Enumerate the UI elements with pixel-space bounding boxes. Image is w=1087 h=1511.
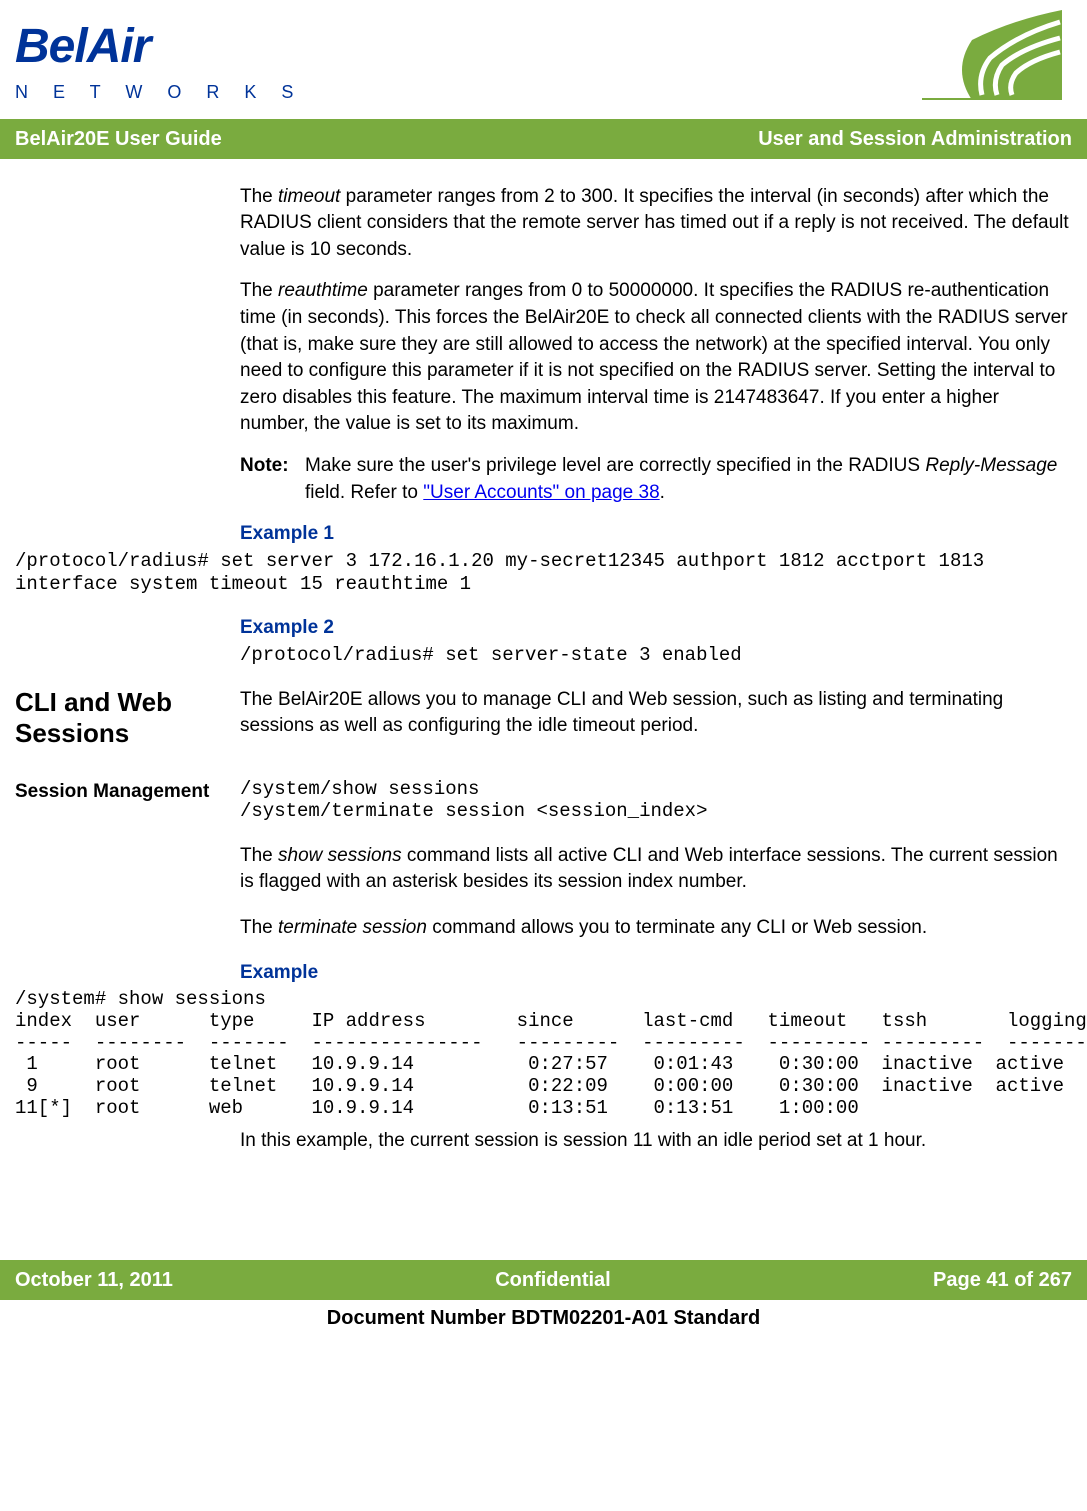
footer-bar: October 11, 2011 Confidential Page 41 of… <box>0 1260 1087 1300</box>
note-label: Note: <box>240 453 305 506</box>
session-management-section: Session Management /system/show sessions… <box>15 779 1072 989</box>
page-content: The timeout parameter ranges from 2 to 3… <box>0 159 1087 1180</box>
example1-code: /protocol/radius# set server 3 172.16.1.… <box>15 550 1072 596</box>
footer-date: October 11, 2011 <box>15 1266 173 1294</box>
intro-block: The timeout parameter ranges from 2 to 3… <box>240 184 1072 548</box>
example3-explain: In this example, the current session is … <box>240 1128 1072 1155</box>
reauthtime-term: reauthtime <box>278 280 368 301</box>
cli-web-paragraph: The BelAir20E allows you to manage CLI a… <box>240 687 1072 740</box>
page-header: BelAir N E T W O R K S <box>0 0 1087 119</box>
note-block: Note: Make sure the user's privilege lev… <box>240 453 1072 506</box>
example3-paragraph: In this example, the current session is … <box>240 1128 1072 1155</box>
show-sessions-term: show sessions <box>278 845 402 866</box>
example2-block: Example 2 /protocol/radius# set server-s… <box>240 615 1072 666</box>
section-title: User and Session Administration <box>758 125 1072 153</box>
reauthtime-paragraph: The reauthtime parameter ranges from 0 t… <box>240 278 1072 438</box>
show-sessions-paragraph: The show sessions command lists all acti… <box>240 843 1072 896</box>
user-accounts-link[interactable]: "User Accounts" on page 38 <box>423 482 659 503</box>
terminate-session-paragraph: The terminate session command allows you… <box>240 915 1072 942</box>
cli-web-heading: CLI and Web Sessions <box>15 687 240 759</box>
footer-page: Page 41 of 267 <box>933 1266 1072 1294</box>
reply-message-term: Reply-Message <box>925 455 1057 476</box>
example2-heading: Example 2 <box>240 615 1072 642</box>
session-management-heading: Session Management <box>15 779 240 989</box>
example1-heading: Example 1 <box>240 521 1072 548</box>
session-management-commands: /system/show sessions /system/terminate … <box>240 779 1072 823</box>
footer-docnumber: Document Number BDTM02201-A01 Standard <box>0 1300 1087 1336</box>
note-text: Make sure the user's privilege level are… <box>305 453 1072 506</box>
example2-code: /protocol/radius# set server-state 3 ena… <box>240 644 1072 667</box>
timeout-paragraph: The timeout parameter ranges from 2 to 3… <box>240 184 1072 264</box>
footer-confidential: Confidential <box>495 1266 611 1294</box>
brand-name: BelAir <box>15 13 303 80</box>
brand-subtitle: N E T W O R K S <box>15 80 303 105</box>
session-management-body: /system/show sessions /system/terminate … <box>240 779 1072 989</box>
title-bar: BelAir20E User Guide User and Session Ad… <box>0 119 1087 159</box>
example3-heading: Example <box>240 960 1072 987</box>
example3-code: /system# show sessions index user type I… <box>15 989 1072 1120</box>
terminate-session-term: terminate session <box>278 917 427 938</box>
corner-graphic-icon <box>922 10 1062 109</box>
timeout-term: timeout <box>278 186 340 207</box>
brand-logo: BelAir N E T W O R K S <box>15 13 303 105</box>
cli-web-section: CLI and Web Sessions The BelAir20E allow… <box>15 687 1072 759</box>
guide-title: BelAir20E User Guide <box>15 125 222 153</box>
cli-web-body: The BelAir20E allows you to manage CLI a… <box>240 687 1072 759</box>
